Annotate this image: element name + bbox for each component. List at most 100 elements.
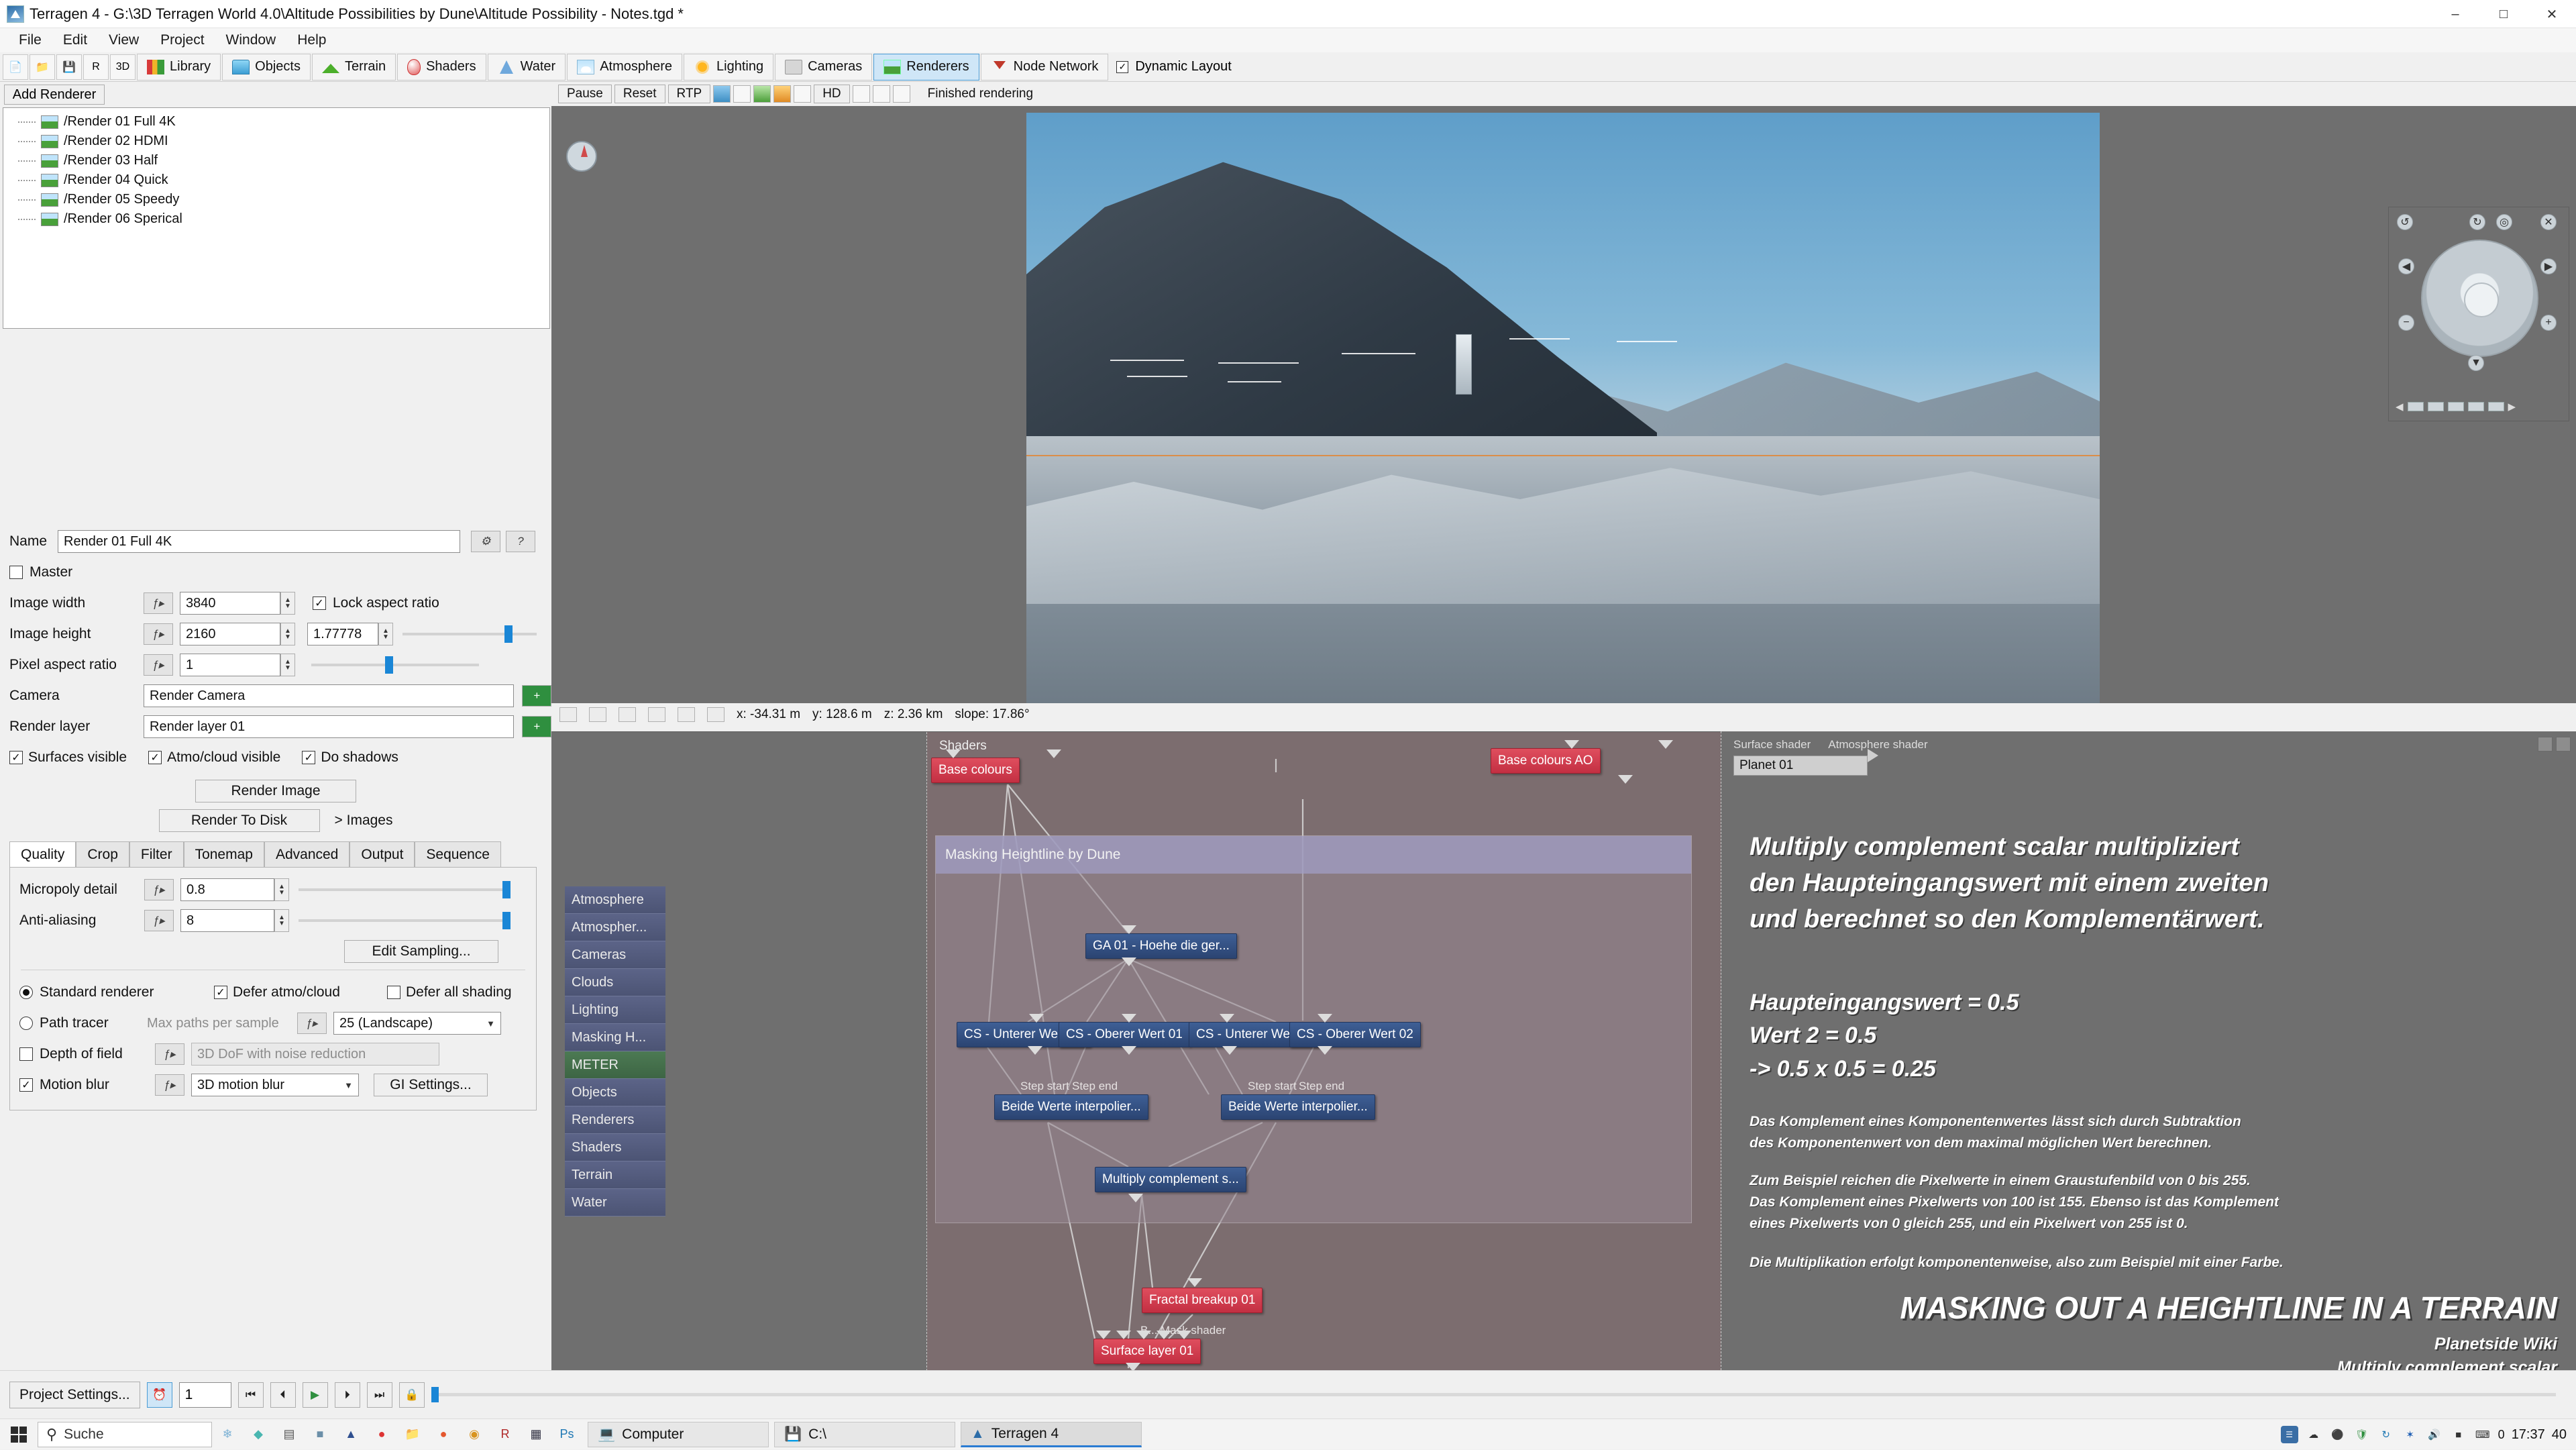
navigation-gizmo[interactable]: ↺ ↻ ◎ ✕ ◀ ▶ − + ▼ ◀ ▶: [2388, 207, 2569, 421]
opera-icon[interactable]: ●: [368, 1421, 395, 1448]
tool-lighting[interactable]: Lighting: [684, 53, 774, 81]
add-camera-icon[interactable]: +: [522, 685, 551, 707]
node-category-clouds[interactable]: Clouds: [565, 969, 665, 996]
node-port[interactable]: [1122, 925, 1136, 934]
node-port[interactable]: [1220, 1014, 1234, 1023]
node-category-atmosphere[interactable]: Atmosphere: [565, 886, 665, 914]
tool-node-network[interactable]: Node Network: [980, 53, 1109, 81]
name-input[interactable]: Render 01 Full 4K: [58, 530, 460, 553]
surfaces-visible-checkbox[interactable]: ✓: [9, 751, 23, 764]
nav-preset-bar[interactable]: ◀ ▶: [2396, 399, 2563, 414]
nav-right-icon[interactable]: ▶: [2540, 258, 2557, 274]
micropoly-stepper[interactable]: ▲ ▼: [274, 878, 289, 901]
sync-icon[interactable]: ↻: [2377, 1426, 2395, 1443]
node-port[interactable]: [1029, 1014, 1044, 1023]
node-multiply-complement[interactable]: Multiply complement s...: [1095, 1167, 1246, 1192]
browser-icon[interactable]: ◉: [461, 1421, 488, 1448]
image-width-input[interactable]: 3840: [180, 592, 280, 615]
nav-preset-slot[interactable]: [2487, 402, 2504, 411]
tab-tonemap[interactable]: Tonemap: [183, 841, 264, 867]
rendered-image[interactable]: [1026, 113, 2100, 725]
tray-widget[interactable]: ☰: [2280, 1426, 2298, 1443]
compass-icon[interactable]: [566, 141, 597, 172]
node-port[interactable]: [1116, 1331, 1131, 1339]
defer-all-checkbox[interactable]: [387, 986, 400, 999]
coord-mode-icon[interactable]: [559, 707, 577, 722]
flower-icon[interactable]: ❄: [214, 1421, 241, 1448]
reset-button[interactable]: Reset: [614, 85, 665, 103]
tab-quality[interactable]: Quality: [9, 841, 76, 867]
nav-left-icon[interactable]: ◀: [2398, 258, 2414, 274]
render-to-disk-button[interactable]: Render To Disk: [158, 809, 320, 832]
render-image-button[interactable]: Render Image: [195, 780, 356, 802]
project-settings-button[interactable]: Project Settings...: [9, 1381, 140, 1408]
menu-view[interactable]: View: [98, 30, 150, 50]
node-category-water[interactable]: Water: [565, 1189, 665, 1216]
camera-input[interactable]: Render Camera: [144, 684, 515, 707]
pick-icon[interactable]: [872, 85, 890, 103]
minimize-button[interactable]: –: [2431, 0, 2479, 28]
node-category-masking[interactable]: Masking H...: [565, 1024, 665, 1051]
tool-shaders[interactable]: Shaders: [397, 53, 486, 81]
tab-advanced[interactable]: Advanced: [264, 841, 350, 867]
node-port[interactable]: [1187, 1278, 1202, 1287]
render-mode-icon-1[interactable]: [713, 85, 731, 103]
fit-icon[interactable]: [648, 707, 665, 722]
gem-icon[interactable]: ◆: [245, 1421, 272, 1448]
tool-library[interactable]: Library: [137, 53, 221, 81]
pixel-aspect-slider[interactable]: [311, 654, 479, 676]
nav-rotate-right-icon[interactable]: ↻: [2469, 214, 2485, 230]
node-category-meter[interactable]: METER: [565, 1051, 665, 1079]
node-port[interactable]: [1136, 1331, 1151, 1339]
motion-blur-checkbox[interactable]: ✓: [19, 1078, 33, 1092]
cloud-icon[interactable]: ⚫: [2329, 1426, 2347, 1443]
path-tracer-radio[interactable]: [19, 1017, 33, 1030]
keyboard-icon[interactable]: ⌨: [2474, 1426, 2491, 1443]
node-port[interactable]: [1122, 1046, 1136, 1055]
photoshop-icon[interactable]: Ps: [553, 1421, 580, 1448]
aspect-ratio-input[interactable]: 1.77778: [307, 623, 378, 645]
nav-next-icon[interactable]: ▶: [2508, 401, 2516, 413]
pixel-aspect-stepper[interactable]: ▲ ▼: [280, 654, 295, 676]
function-icon[interactable]: ƒ ▶: [144, 623, 173, 645]
notepad-icon[interactable]: ▦: [523, 1421, 549, 1448]
taskbar-window-computer[interactable]: 💻 Computer: [588, 1421, 769, 1447]
node-port[interactable]: [1122, 1014, 1136, 1023]
nav-target-icon[interactable]: ◎: [2496, 214, 2512, 230]
render-mode-icon-2[interactable]: [733, 85, 751, 103]
menu-window[interactable]: Window: [215, 30, 287, 50]
pixel-aspect-input[interactable]: 1: [180, 654, 280, 676]
tab-crop[interactable]: Crop: [76, 841, 129, 867]
folder-icon[interactable]: 📁: [399, 1421, 426, 1448]
motion-blur-select[interactable]: 3D motion blur ▼: [191, 1074, 359, 1096]
taskbar-date[interactable]: 40: [2552, 1427, 2567, 1443]
tree-item-render-02[interactable]: /Render 02 HDMI: [3, 132, 549, 151]
tool-terrain[interactable]: Terrain: [311, 53, 396, 81]
node-port[interactable]: [1096, 1331, 1111, 1339]
crop-icon[interactable]: [852, 85, 870, 103]
planet-field[interactable]: Planet 01: [1733, 756, 1868, 776]
add-layer-icon[interactable]: +: [522, 716, 551, 737]
node-port[interactable]: [1122, 957, 1136, 966]
node-fractal-breakup[interactable]: Fractal breakup 01: [1142, 1288, 1263, 1313]
tab-filter[interactable]: Filter: [129, 841, 184, 867]
node-ga-01[interactable]: GA 01 - Hoehe die ger...: [1085, 933, 1237, 959]
atmo-cloud-checkbox[interactable]: ✓: [148, 751, 162, 764]
render-mode-icon-3[interactable]: [753, 85, 771, 103]
volume-icon[interactable]: 🔊: [2426, 1426, 2443, 1443]
master-checkbox[interactable]: [9, 566, 23, 579]
nav-down-icon[interactable]: ▼: [2468, 355, 2484, 371]
transport-first-button[interactable]: ⏮: [237, 1382, 264, 1408]
task-view-icon[interactable]: ▤: [276, 1421, 303, 1448]
node-cs-oberer-02[interactable]: CS - Oberer Wert 02: [1289, 1022, 1421, 1047]
node-port[interactable]: [1618, 775, 1633, 784]
tool-objects[interactable]: Objects: [222, 53, 311, 81]
slider-knob[interactable]: [502, 912, 511, 929]
node-port[interactable]: [1564, 740, 1579, 749]
windows-start-icon[interactable]: [0, 1419, 38, 1450]
node-base-colours[interactable]: Base colours: [931, 758, 1020, 783]
render-mode-icon-4[interactable]: [773, 85, 792, 103]
nav-preset-slot[interactable]: [2427, 402, 2444, 411]
nav-prev-icon[interactable]: ◀: [2396, 401, 2404, 413]
nav-close-icon[interactable]: ✕: [2540, 214, 2557, 230]
